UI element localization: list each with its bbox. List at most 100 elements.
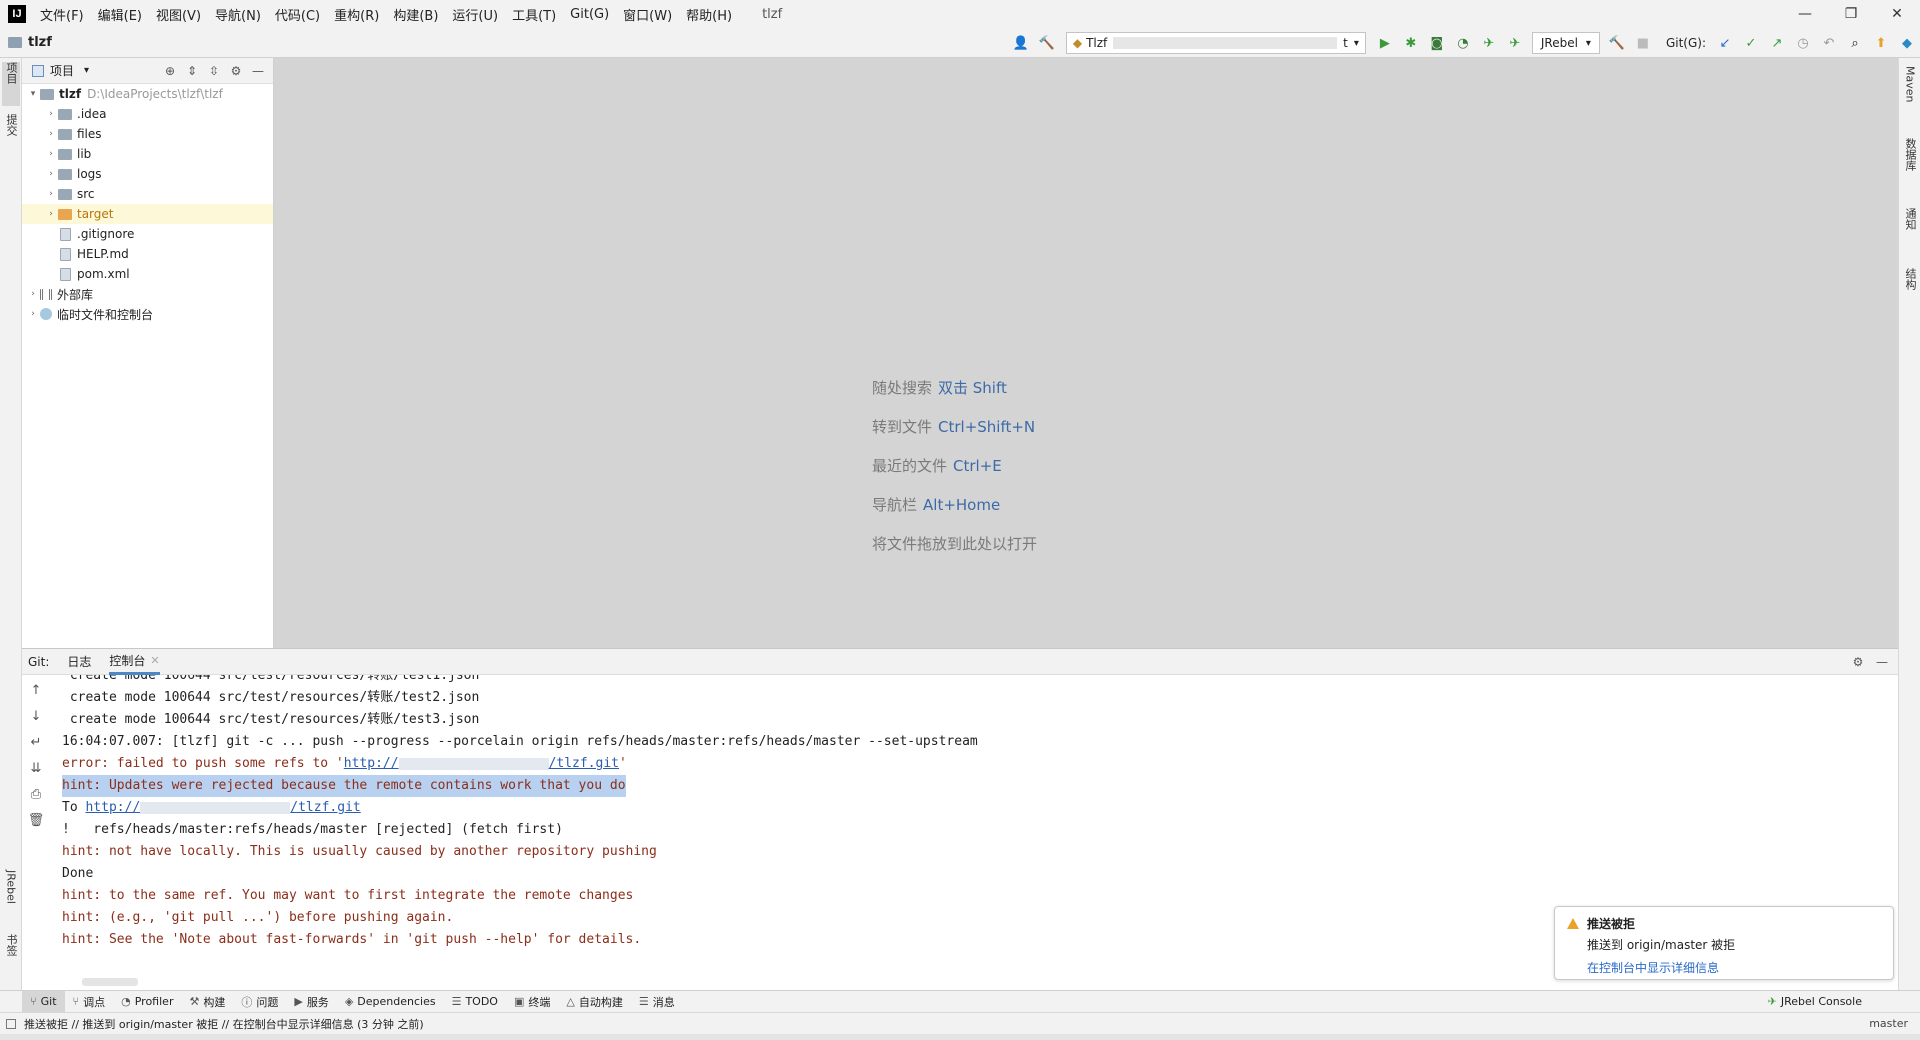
toggle-tool-windows-icon[interactable] bbox=[6, 1018, 16, 1029]
search-icon[interactable]: ⌕ bbox=[1844, 32, 1866, 54]
hide-icon[interactable]: — bbox=[1870, 655, 1894, 669]
restore-button[interactable]: ❐ bbox=[1828, 0, 1874, 28]
tree-item[interactable]: › files bbox=[22, 124, 273, 144]
tool-tab-problems[interactable]: ⓘ 问题 bbox=[233, 991, 286, 1013]
jrebel-debug-icon[interactable]: ✈ bbox=[1504, 32, 1526, 54]
menu-navigate[interactable]: 导航(N) bbox=[215, 5, 261, 24]
chevron-icon[interactable]: › bbox=[26, 289, 40, 299]
tool-tab-structure[interactable]: 结构 bbox=[1901, 268, 1919, 308]
user-icon[interactable]: 👤 bbox=[1010, 32, 1032, 54]
show-details-link[interactable]: 在控制台中显示详细信息 bbox=[1587, 959, 1881, 976]
tool-tab-todo[interactable]: ☰ TODO bbox=[444, 991, 506, 1013]
profile-icon[interactable]: ◔ bbox=[1452, 32, 1474, 54]
tool-tab-messages[interactable]: ☰ 消息 bbox=[631, 991, 683, 1013]
collapse-all-icon[interactable]: ⇳ bbox=[203, 64, 225, 78]
git-branch-status[interactable]: master bbox=[1869, 1017, 1908, 1030]
tree-item[interactable]: HELP.md bbox=[22, 244, 273, 264]
tool-tab-database[interactable]: 数据库 bbox=[1901, 138, 1919, 188]
print-icon[interactable]: ⎙ bbox=[31, 787, 41, 813]
chevron-icon[interactable]: › bbox=[44, 149, 58, 159]
jrebel-run-icon[interactable]: ✈ bbox=[1478, 32, 1500, 54]
git-update-icon[interactable]: ↙ bbox=[1714, 32, 1736, 54]
breadcrumb[interactable]: tlzf bbox=[8, 35, 52, 50]
tool-tab-profiler[interactable]: ◔ Profiler bbox=[113, 991, 181, 1013]
gear-icon[interactable]: ⚙ bbox=[1846, 655, 1870, 669]
expand-all-icon[interactable]: ⇕ bbox=[181, 64, 203, 78]
chevron-icon[interactable]: › bbox=[44, 189, 58, 199]
close-icon[interactable]: ✕ bbox=[150, 654, 159, 667]
arrow-down-icon[interactable]: ↓ bbox=[31, 709, 42, 735]
tool-tab-services[interactable]: ▶ 服务 bbox=[286, 991, 336, 1013]
tool-tab-maven[interactable]: Maven bbox=[1901, 66, 1919, 122]
tool-tab-terminal[interactable]: ▣ 终端 bbox=[506, 991, 558, 1013]
update-available-icon[interactable]: ⬆ bbox=[1870, 32, 1892, 54]
menu-view[interactable]: 视图(V) bbox=[156, 5, 201, 24]
git-commit-icon[interactable]: ✓ bbox=[1740, 32, 1762, 54]
chevron-icon[interactable]: › bbox=[44, 169, 58, 179]
menu-edit[interactable]: 编辑(E) bbox=[98, 5, 142, 24]
close-window-button[interactable]: ✕ bbox=[1874, 0, 1920, 28]
soft-wrap-icon[interactable]: ↵ bbox=[31, 735, 42, 761]
tab-console[interactable]: 控制台 ✕ bbox=[109, 649, 160, 675]
status-message[interactable]: 推送被拒 // 推送到 origin/master 被拒 // 在控制台中显示详… bbox=[24, 1016, 424, 1032]
project-view-label[interactable]: 项目 bbox=[50, 62, 74, 79]
horizontal-scrollbar[interactable] bbox=[82, 978, 138, 986]
tool-tab-jrebel-console[interactable]: ✈ JRebel Console bbox=[1760, 991, 1870, 1013]
remote-url-link[interactable]: http:// /tlzf.git bbox=[344, 756, 619, 771]
menu-tools[interactable]: 工具(T) bbox=[512, 5, 556, 24]
chevron-icon[interactable]: › bbox=[44, 129, 58, 139]
tree-item[interactable]: › lib bbox=[22, 144, 273, 164]
tool-tab-auto-build[interactable]: △ 自动构建 bbox=[558, 991, 630, 1013]
run-configuration-select[interactable]: ◆ Tlzf t ▾ bbox=[1065, 32, 1366, 54]
breadcrumb-project[interactable]: tlzf bbox=[28, 35, 52, 50]
tool-tab-git[interactable]: ⑂ Git bbox=[22, 990, 65, 1013]
tool-tab-notifications[interactable]: 通知 bbox=[1901, 208, 1919, 248]
scroll-to-end-icon[interactable]: ⇊ bbox=[31, 761, 42, 787]
tree-item[interactable]: › target bbox=[22, 204, 273, 224]
chevron-icon[interactable]: ▾ bbox=[26, 89, 40, 99]
tree-item[interactable]: .gitignore bbox=[22, 224, 273, 244]
hammer-disabled-icon[interactable]: 🔨 bbox=[1606, 32, 1628, 54]
tree-item[interactable]: pom.xml bbox=[22, 264, 273, 284]
trash-icon[interactable]: 🗑 bbox=[28, 813, 45, 839]
ide-logo-icon[interactable]: ◆ bbox=[1896, 32, 1918, 54]
tool-tab-breakpoints[interactable]: ⑂ 调点 bbox=[65, 991, 114, 1013]
jrebel-select[interactable]: JRebel ▾ bbox=[1531, 32, 1600, 54]
menu-file[interactable]: 文件(F) bbox=[40, 5, 84, 24]
menu-code[interactable]: 代码(C) bbox=[275, 5, 320, 24]
chevron-down-icon[interactable]: ▾ bbox=[84, 65, 89, 76]
menu-window[interactable]: 窗口(W) bbox=[623, 5, 672, 24]
tool-tab-bookmarks[interactable]: 书签 bbox=[2, 934, 20, 978]
tree-item[interactable]: › .idea bbox=[22, 104, 273, 124]
gear-icon[interactable]: ⚙ bbox=[225, 64, 247, 78]
locate-icon[interactable]: ⊕ bbox=[159, 64, 181, 78]
arrow-up-icon[interactable]: ↑ bbox=[31, 683, 42, 709]
tool-tab-jrebel[interactable]: JRebel bbox=[2, 870, 20, 926]
menu-git[interactable]: Git(G) bbox=[570, 7, 609, 22]
stop-icon[interactable]: ■ bbox=[1632, 32, 1654, 54]
history-icon[interactable]: ◷ bbox=[1792, 32, 1814, 54]
tool-tab-project[interactable]: 项目 bbox=[2, 62, 20, 106]
tree-item[interactable]: › logs bbox=[22, 164, 273, 184]
git-push-icon[interactable]: ↗ bbox=[1766, 32, 1788, 54]
chevron-icon[interactable]: › bbox=[44, 109, 58, 119]
menu-refactor[interactable]: 重构(R) bbox=[334, 5, 379, 24]
tool-tab-commit[interactable]: 提交 bbox=[2, 114, 20, 158]
tab-log[interactable]: 日志 bbox=[67, 653, 91, 670]
menu-run[interactable]: 运行(U) bbox=[452, 5, 498, 24]
hide-icon[interactable]: — bbox=[247, 64, 269, 78]
menu-help[interactable]: 帮助(H) bbox=[686, 5, 732, 24]
minimize-button[interactable]: — bbox=[1782, 0, 1828, 28]
build-hammer-icon[interactable]: 🔨 bbox=[1036, 32, 1058, 54]
remote-url-link[interactable]: http:// /tlzf.git bbox=[85, 800, 360, 815]
tree-item[interactable]: › src bbox=[22, 184, 273, 204]
tool-tab-build[interactable]: ⚒ 构建 bbox=[181, 991, 233, 1013]
debug-icon[interactable]: ✱ bbox=[1400, 32, 1422, 54]
tree-item[interactable]: › 外部库 bbox=[22, 284, 273, 304]
chevron-icon[interactable]: › bbox=[26, 309, 40, 319]
tree-item[interactable]: › 临时文件和控制台 bbox=[22, 304, 273, 324]
tool-tab-dependencies[interactable]: ◈ Dependencies bbox=[337, 991, 444, 1013]
menu-build[interactable]: 构建(B) bbox=[393, 5, 438, 24]
tree-item[interactable]: ▾ tlzf D:\IdeaProjects\tlzf\tlzf bbox=[22, 84, 273, 104]
rollback-icon[interactable]: ↶ bbox=[1818, 32, 1840, 54]
